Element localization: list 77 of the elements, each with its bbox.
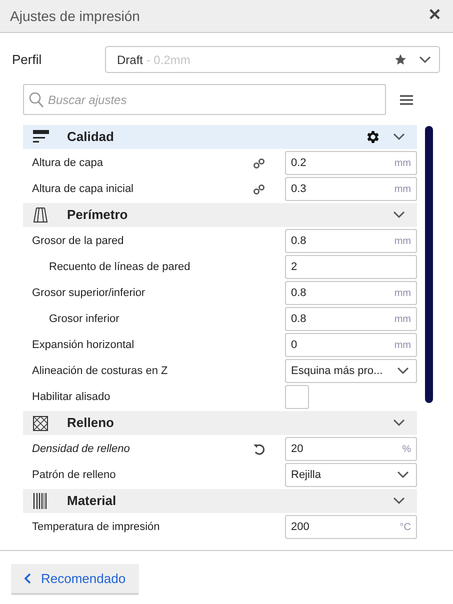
wall-icon <box>33 207 48 223</box>
menu-icon[interactable] <box>400 94 413 104</box>
field-value: 20 <box>291 442 304 457</box>
setting-dropdown[interactable]: Esquina más pro... <box>285 359 417 383</box>
setting-label: Densidad de relleno <box>31 442 131 457</box>
section-title: Material <box>67 492 118 510</box>
infill-icon <box>33 416 48 430</box>
unit-label: °C <box>400 520 411 534</box>
setting-label: Expansión horizontal <box>31 338 136 353</box>
recommended-button[interactable]: Recomendado <box>11 564 139 595</box>
settings-icon[interactable] <box>365 129 381 145</box>
setting-field[interactable]: 2 <box>285 255 417 279</box>
field-value: 200 <box>291 520 310 535</box>
chevron-down-icon[interactable] <box>393 211 405 219</box>
section-title: Relleno <box>67 414 115 432</box>
chevron-down-icon <box>419 56 431 64</box>
setting-field[interactable]: 0.2 mm <box>285 151 417 175</box>
checkbox[interactable] <box>285 385 309 409</box>
field-value: 0 <box>291 338 298 353</box>
unit-label: mm <box>394 286 411 300</box>
field-value: 0.3 <box>291 182 308 197</box>
reset-icon[interactable] <box>253 443 265 455</box>
link-icon[interactable] <box>253 184 265 194</box>
unit-label: mm <box>394 234 411 248</box>
setting-field[interactable]: 0.8 mm <box>285 307 417 331</box>
setting-field[interactable]: 0.3 mm <box>285 177 417 201</box>
setting-label: Grosor inferior <box>48 312 120 327</box>
setting-label: Alineación de costuras en Z <box>31 364 169 379</box>
setting-label: Altura de capa <box>31 156 104 171</box>
section-title: Calidad <box>67 128 115 146</box>
unit-label: mm <box>394 338 411 352</box>
section-header[interactable]: Calidad <box>23 125 417 149</box>
window-title: Ajustes de impresión <box>10 6 141 26</box>
chevron-down-icon[interactable] <box>393 133 405 141</box>
setting-label: Grosor superior/inferior <box>31 286 146 301</box>
chevron-left-icon <box>24 573 31 584</box>
chevron-down-icon[interactable] <box>393 419 405 427</box>
chevron-down-icon[interactable] <box>393 497 405 505</box>
chevron-down-icon <box>397 367 409 375</box>
close-button[interactable]: ✕ <box>426 8 443 24</box>
setting-field[interactable]: 200 °C <box>285 515 417 539</box>
layers-icon <box>33 130 49 144</box>
profile-detail: - 0.2mm <box>145 52 192 68</box>
setting-field[interactable]: 0.8 mm <box>285 229 417 253</box>
field-value: 0.8 <box>291 234 308 249</box>
scrollbar[interactable] <box>425 126 433 403</box>
setting-field[interactable]: 0 mm <box>285 333 417 357</box>
link-icon[interactable] <box>253 158 265 168</box>
unit-label: % <box>402 442 411 456</box>
section-header[interactable]: Relleno <box>23 411 417 435</box>
setting-label: Recuento de líneas de pared <box>48 260 192 275</box>
setting-label: Temperatura de impresión <box>31 520 161 535</box>
section-header[interactable]: Perímetro <box>23 203 417 227</box>
profile-label: Perfil <box>12 50 43 69</box>
setting-label: Altura de capa inicial <box>31 182 135 197</box>
profile-name: Draft <box>117 52 144 68</box>
star-icon[interactable] <box>394 53 407 66</box>
field-value: 2 <box>291 260 298 275</box>
setting-label: Habilitar alisado <box>31 390 112 405</box>
setting-label: Patrón de relleno <box>31 468 117 483</box>
unit-label: mm <box>394 182 411 196</box>
section-title: Perímetro <box>67 206 129 224</box>
unit-label: mm <box>394 312 411 326</box>
profile-dropdown[interactable]: Draft - 0.2mm <box>105 46 440 73</box>
chevron-down-icon <box>397 471 409 479</box>
field-value: 0.2 <box>291 156 308 171</box>
search-field[interactable]: Buscar ajustes <box>23 84 386 115</box>
section-header[interactable]: Material <box>23 489 417 513</box>
barcode-icon <box>33 493 48 509</box>
setting-field[interactable]: 0.8 mm <box>285 281 417 305</box>
search-icon <box>29 92 44 108</box>
unit-label: mm <box>394 156 411 170</box>
setting-label: Grosor de la pared <box>31 234 125 249</box>
field-value: 0.8 <box>291 286 308 301</box>
field-value: 0.8 <box>291 312 308 327</box>
setting-field[interactable]: 20 % <box>285 437 417 461</box>
setting-dropdown[interactable]: Rejilla <box>285 463 417 487</box>
